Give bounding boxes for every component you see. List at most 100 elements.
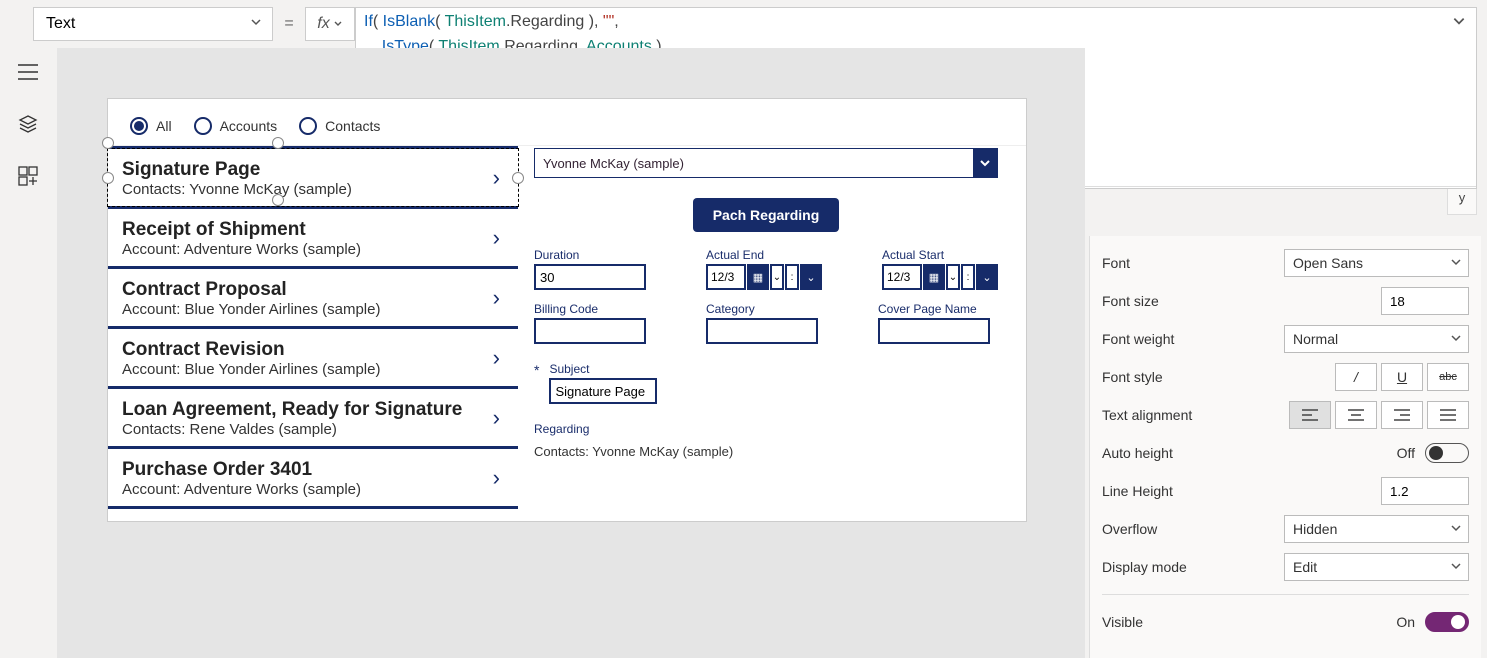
chevron-down-icon — [973, 149, 997, 177]
list-item-title: Purchase Order 3401 — [122, 459, 504, 481]
prop-font-weight: Font weight Normal — [1102, 320, 1469, 358]
font-weight-select[interactable]: Normal — [1284, 325, 1469, 353]
date-text: 12/3 — [882, 264, 922, 290]
prop-label: Font style — [1102, 369, 1163, 385]
toggle-text: On — [1396, 614, 1415, 630]
regarding-display: Regarding Contacts: Yvonne McKay (sample… — [534, 422, 998, 459]
list-item-title: Loan Agreement, Ready for Signature — [122, 399, 504, 421]
list-item-subtitle: Contacts: Yvonne McKay (sample) — [122, 181, 504, 198]
category-field: Category — [706, 302, 818, 344]
list-item[interactable]: Receipt of ShipmentAccount: Adventure Wo… — [108, 209, 518, 269]
colon: : — [961, 264, 975, 290]
patch-regarding-button[interactable]: Pach Regarding — [693, 198, 840, 232]
regarding-combo[interactable]: Yvonne McKay (sample) — [534, 148, 998, 178]
field-label: Actual Start — [882, 248, 998, 262]
radio-icon — [299, 117, 317, 135]
prop-label: Auto height — [1102, 445, 1173, 461]
list-item-title: Receipt of Shipment — [122, 219, 504, 241]
field-label: Category — [706, 302, 818, 316]
duration-field: Duration — [534, 248, 646, 290]
calendar-icon: ▦ — [923, 264, 945, 290]
billing-code-field: Billing Code — [534, 302, 646, 344]
date-text: 12/3 — [706, 264, 746, 290]
calendar-icon: ▦ — [747, 264, 769, 290]
actual-end-field: Actual End 12/3 ▦ ⌄:⌄ — [706, 248, 822, 290]
list-item[interactable]: Signature PageContacts: Yvonne McKay (sa… — [108, 146, 518, 209]
radio-accounts[interactable]: Accounts — [194, 117, 278, 135]
cover-input[interactable] — [878, 318, 990, 344]
radio-all-label: All — [156, 118, 172, 134]
prop-text-align: Text alignment — [1102, 396, 1469, 434]
font-select[interactable]: Open Sans — [1284, 249, 1469, 277]
minute-dropdown[interactable]: ⌄ — [976, 264, 998, 290]
prop-display-mode: Display mode Edit — [1102, 548, 1469, 586]
radio-contacts-label: Contacts — [325, 118, 380, 134]
list-item[interactable]: Contract ProposalAccount: Blue Yonder Ai… — [108, 269, 518, 329]
fx-button[interactable]: fx — [305, 7, 355, 41]
list-item-subtitle: Account: Adventure Works (sample) — [122, 481, 504, 498]
underline-button[interactable]: U — [1381, 363, 1423, 391]
formula-expand-chevron-icon[interactable] — [1452, 14, 1466, 33]
radio-icon — [194, 117, 212, 135]
chevron-down-icon — [1450, 559, 1462, 575]
list-item-subtitle: Account: Blue Yonder Airlines (sample) — [122, 301, 504, 318]
prop-label: Display mode — [1102, 559, 1187, 575]
subject-input[interactable] — [549, 378, 657, 404]
prop-label: Font size — [1102, 293, 1159, 309]
prop-font: Font Open Sans — [1102, 244, 1469, 282]
radio-contacts[interactable]: Contacts — [299, 117, 380, 135]
required-star: * — [534, 362, 539, 378]
align-right-button[interactable] — [1381, 401, 1423, 429]
list-item-subtitle: Account: Blue Yonder Airlines (sample) — [122, 361, 504, 378]
chevron-down-icon — [250, 15, 262, 33]
italic-button[interactable]: / — [1335, 363, 1377, 391]
prop-font-style: Font style / U abc — [1102, 358, 1469, 396]
field-label: Subject — [549, 362, 657, 376]
auto-height-toggle[interactable] — [1425, 443, 1469, 463]
hour-dropdown[interactable]: ⌄ — [946, 264, 960, 290]
list-item[interactable]: Contract RevisionAccount: Blue Yonder Ai… — [108, 329, 518, 389]
select-value: Hidden — [1293, 521, 1337, 537]
radio-icon — [130, 117, 148, 135]
line-height-input[interactable] — [1381, 477, 1469, 505]
hour-dropdown[interactable]: ⌄ — [770, 264, 784, 290]
prop-label: Text alignment — [1102, 407, 1192, 423]
chevron-right-icon: › — [493, 225, 500, 251]
list-item-title: Signature Page — [122, 159, 504, 181]
align-justify-button[interactable] — [1427, 401, 1469, 429]
gallery-list[interactable]: Signature PageContacts: Yvonne McKay (sa… — [108, 146, 518, 509]
duration-input[interactable] — [534, 264, 646, 290]
date-picker[interactable]: 12/3 ▦ ⌄:⌄ — [706, 264, 822, 290]
chevron-down-icon — [1450, 331, 1462, 347]
visible-toggle[interactable] — [1425, 612, 1469, 632]
list-item[interactable]: Purchase Order 3401Account: Adventure Wo… — [108, 449, 518, 509]
prop-overflow: Overflow Hidden — [1102, 510, 1469, 548]
property-dropdown[interactable]: Text — [33, 7, 273, 41]
prop-label: Line Height — [1102, 483, 1173, 499]
date-picker[interactable]: 12/3 ▦ ⌄:⌄ — [882, 264, 998, 290]
strikethrough-button[interactable]: abc — [1427, 363, 1469, 391]
field-label: Cover Page Name — [878, 302, 990, 316]
radio-accounts-label: Accounts — [220, 118, 278, 134]
list-item-subtitle: Account: Adventure Works (sample) — [122, 241, 504, 258]
list-item[interactable]: Loan Agreement, Ready for SignatureConta… — [108, 389, 518, 449]
align-left-button[interactable] — [1289, 401, 1331, 429]
font-size-input[interactable] — [1381, 287, 1469, 315]
toggle-text: Off — [1397, 445, 1415, 461]
display-mode-select[interactable]: Edit — [1284, 553, 1469, 581]
minute-dropdown[interactable]: ⌄ — [800, 264, 822, 290]
radio-all[interactable]: All — [130, 117, 172, 135]
combo-value: Yvonne McKay (sample) — [543, 156, 684, 171]
overflow-select[interactable]: Hidden — [1284, 515, 1469, 543]
field-label: Actual End — [706, 248, 822, 262]
align-center-button[interactable] — [1335, 401, 1377, 429]
list-item-title: Contract Revision — [122, 339, 504, 361]
chevron-right-icon: › — [493, 285, 500, 311]
billing-input[interactable] — [534, 318, 646, 344]
field-label: Regarding — [534, 422, 998, 436]
prop-line-height: Line Height — [1102, 472, 1469, 510]
select-value: Normal — [1293, 331, 1338, 347]
prop-font-size: Font size — [1102, 282, 1469, 320]
category-input[interactable] — [706, 318, 818, 344]
app-frame: All Accounts Contacts Signature PageCont… — [107, 98, 1027, 522]
